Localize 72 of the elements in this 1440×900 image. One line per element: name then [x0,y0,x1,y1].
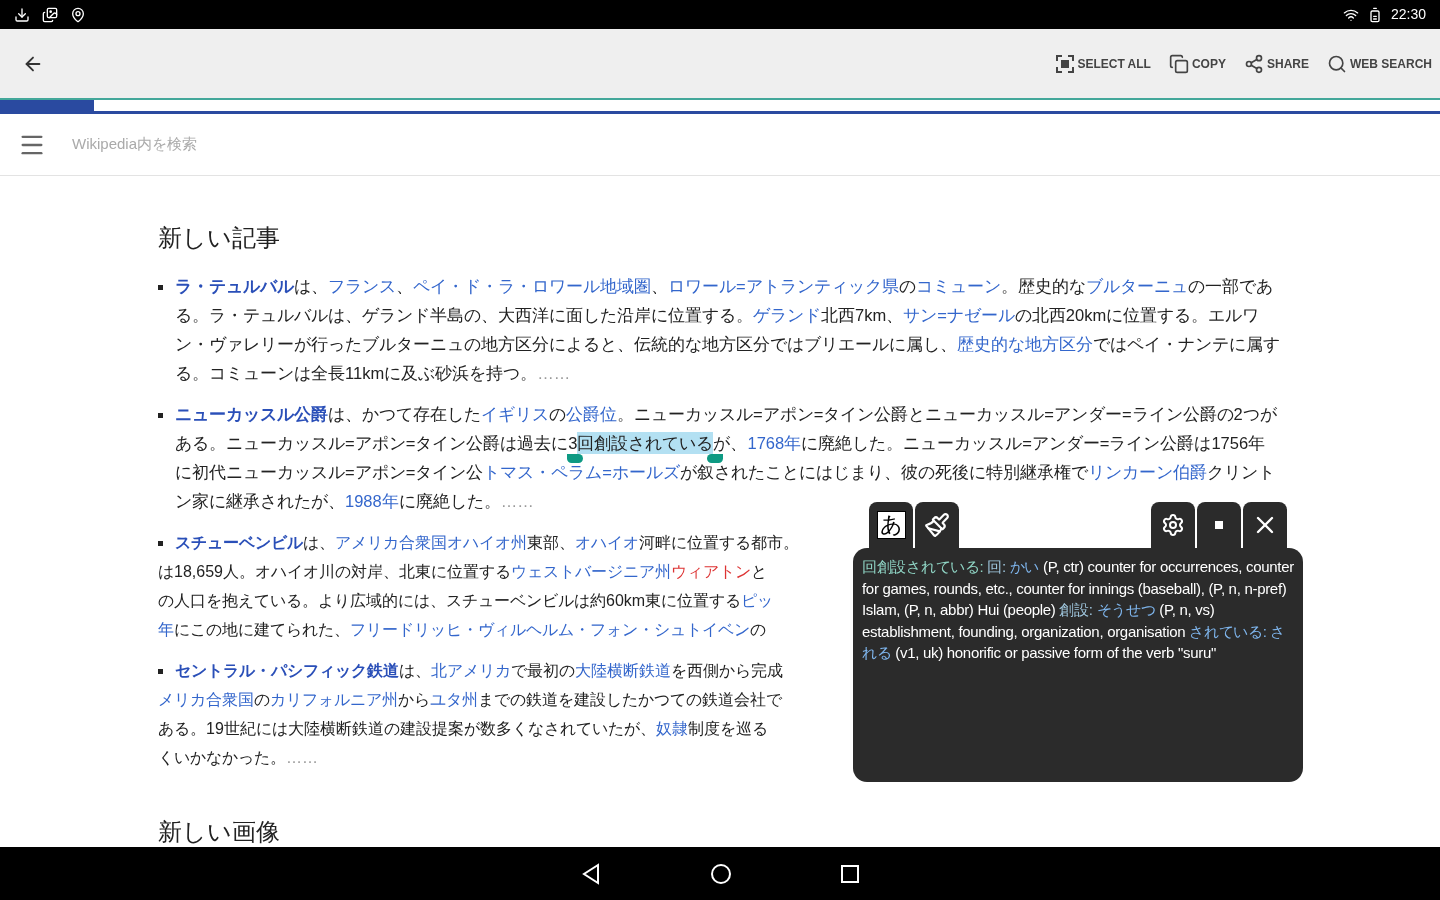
article-link[interactable]: ユタ州 [430,691,478,708]
pin-icon [70,6,86,23]
article-link[interactable]: 歴史的な地方区分 [957,335,1093,353]
article-link[interactable]: ピッ [741,592,774,609]
article-link[interactable]: アメリカ合衆国オハイオ州 [335,534,527,551]
home-button[interactable] [710,862,732,885]
article-link[interactable]: ブルターニュ [1085,277,1188,295]
action-button[interactable]: SELECT ALL [1056,54,1151,73]
bullet-icon [158,541,163,546]
article-link[interactable]: コミューン [915,277,1001,295]
article-link[interactable]: フランス [328,277,396,295]
article-link[interactable]: メリカ合衆国 [158,691,254,708]
article-link[interactable]: ロワール=アトランティック県 [668,277,899,295]
search-icon [1327,53,1347,74]
article-title-link[interactable]: ラ・テュルバル [175,277,294,295]
article-link[interactable]: ペイ・ド・ラ・ロワール地域圏 [413,277,651,295]
action-button[interactable]: WEB SEARCH [1327,53,1432,74]
selection-end-handle[interactable] [707,454,724,463]
article-summary-line: メリカ合衆国のカリフォルニア州からユタ州 までの鉄道を建設したかつての鉄道会社で [158,690,782,710]
share-icon [1243,53,1264,74]
article-summary-line: セントラル・パシフィック鉄道は、北アメリカで最初の大陸横断鉄道を西側から完成 [175,661,783,681]
article-summary-line: ある。19世紀には大陸横断鉄道の建設提案が数多くなされていたが、奴隷制度を巡る [158,719,768,739]
bullet-icon [158,413,163,418]
article-link[interactable]: フリードリッヒ・ヴィルヘルム・フォン・シュトイベン [350,621,750,638]
article-summary-line: の人口を抱えている。より広域的には、スチューベンビルは約60km東に位置する ピッ [158,591,774,611]
article-summary-line: くいかなかった。…… [158,748,318,768]
dictionary-definition: 回創設されている: 回: かい (P, ctr) counter for occurrences, counter for games, rounds, etc., counter for innings (baseball), (P, n, n-pref) Islam, (P, n, abbr) Hui (people) 創設: そうせつ (P, n, vs) establishment, founding, organization, organisation されている: される (v1, uk) honorific or passive form of the verb "suru" [862,557,1294,663]
article-title-link[interactable]: ニューカッスル公爵 [175,405,328,423]
minimize-button[interactable] [1197,502,1241,548]
search-field[interactable]: Wikipedia内を検索 [72,133,472,156]
settings-button[interactable] [1151,502,1195,548]
article-link[interactable]: 年 [158,621,174,638]
section-heading: 新しい記事 [158,223,281,253]
article-link[interactable]: オハイオ [575,534,639,551]
article-link[interactable]: 北アメリカ [431,662,511,679]
article-link[interactable]: トマス・ペラム=ホールズ [483,463,680,481]
back-nav-button[interactable] [580,862,602,885]
article-title-link[interactable]: セントラル・パシフィック鉄道 [175,662,399,679]
article-link[interactable]: ウェストバージニア州 [510,563,671,580]
bullet-icon [158,285,163,290]
language-tab[interactable]: あ [869,502,913,548]
brush-button[interactable] [915,502,959,548]
article-title-link[interactable]: スチューベンビル [175,534,303,551]
select-all-icon [1056,54,1075,73]
download-icon [14,6,30,23]
images-icon [42,6,58,23]
article-summary-line: 年にこの地に建てられた、フリードリッヒ・ヴィルヘルム・フォン・シュトイベンの [158,620,766,640]
article-link[interactable]: 1768年 [747,434,802,452]
article-summary-line: は18,659人。オハイオ川の対岸、北東に位置する ウェストバージニア州 ウィアトン と [158,562,767,582]
selection-start-handle[interactable] [567,454,584,463]
article-link[interactable]: 1988年 [345,492,399,510]
article-link[interactable]: サン=ナゼール [903,306,1015,324]
settings-icon [1161,513,1185,537]
article-link[interactable]: 奴隷 [655,720,688,737]
article-summary: ラ・テュルバルは、フランス、ペイ・ド・ラ・ロワール地域圏、ロワール=アトランティック県のコミューン。歴史的なブルターニュの一部である。ラ・テュルバルは、ゲランド半島の、大西洋に面した沿岸に位置する。ゲランド北西7km、サン=ナゼールの北西20kmに位置する。エルワン・ヴァレリーが行ったブルターニュの地方区分によると、伝統的な地方区分ではブリエールに属し、歴史的な地方区分ではペイ・ナンテに属する。コミューンは全長11kmに及ぶ砂浜を持つ。…… [175,276,1281,384]
article-link[interactable]: リンカーン伯爵 [1087,463,1207,481]
missing-article-link[interactable]: ウィアトン [670,563,751,580]
clock-time: 22:30 [1390,5,1426,24]
article-link[interactable]: イギリス [481,405,549,423]
article-link[interactable]: カリフォルニア州 [270,691,398,708]
recents-button[interactable] [840,863,860,884]
article-link[interactable]: 大陸横断鉄道 [575,662,671,679]
section-heading: 新しい画像 [158,817,281,847]
close-button[interactable] [1243,502,1287,548]
article-link[interactable]: ゲランド [753,306,821,324]
action-button[interactable]: SHARE [1243,53,1309,74]
bullet-icon [158,669,163,674]
action-button[interactable]: COPY [1168,53,1226,74]
copy-icon [1168,53,1189,74]
article-summary-line: スチューベンビルは、アメリカ合衆国オハイオ州東部、オハイオ河畔に位置する都市。 [175,533,799,553]
brush-icon [924,512,950,538]
article-link[interactable]: 公爵位 [566,405,617,423]
